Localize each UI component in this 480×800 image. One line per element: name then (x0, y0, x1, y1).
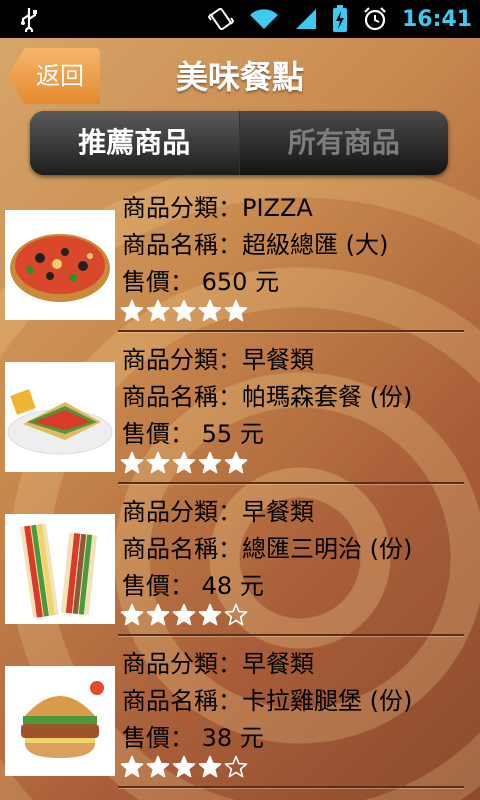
name-value: 卡拉雞腿堡 (份) (242, 687, 413, 715)
star-empty-icon (224, 755, 248, 778)
name-label: 商品名稱： (122, 687, 242, 715)
price-value: 650 (201, 268, 248, 296)
price-value: 55 (201, 420, 233, 448)
star-filled-icon (172, 755, 196, 778)
category-value: 早餐類 (242, 498, 314, 526)
tab-bar: 推薦商品 所有商品 (30, 111, 448, 175)
header: 返回 美味餐點 (0, 38, 480, 110)
category-value: 早餐類 (242, 650, 314, 678)
name-label: 商品名稱： (122, 383, 242, 411)
star-filled-icon (198, 451, 222, 474)
name-value: 總匯三明治 (份) (242, 535, 413, 563)
star-filled-icon (172, 299, 196, 322)
star-filled-icon (198, 603, 222, 626)
star-filled-icon (146, 451, 170, 474)
rating-stars (120, 299, 248, 323)
star-filled-icon (146, 299, 170, 322)
rating-stars (120, 603, 248, 627)
category-value: 早餐類 (242, 346, 314, 374)
pizza-image (5, 210, 115, 320)
category-label: 商品分類： (122, 346, 242, 374)
star-filled-icon (198, 299, 222, 322)
star-filled-icon (120, 755, 144, 778)
sandwich-plate-image (5, 362, 115, 472)
price-value: 38 (201, 724, 233, 752)
category-value: PIZZA (242, 194, 313, 222)
star-filled-icon (120, 299, 144, 322)
list-item[interactable]: 商品分類：早餐類 商品名稱：總匯三明治 (份) 售價： 48 元 (0, 484, 480, 636)
product-list: 商品分類：PIZZA 商品名稱：超級總匯 (大) 售價： 650 元 商品分類：… (0, 180, 480, 788)
wifi-icon (249, 9, 278, 29)
list-item[interactable]: 商品分類：早餐類 商品名稱：帕瑪森套餐 (份) 售價： 55 元 (0, 332, 480, 484)
price-label: 售價： (122, 724, 194, 752)
category-label: 商品分類： (122, 194, 242, 222)
price-label: 售價： (122, 572, 194, 600)
signal-icon (295, 9, 316, 29)
star-filled-icon (172, 451, 196, 474)
rating-stars (120, 755, 248, 779)
star-filled-icon (120, 451, 144, 474)
star-filled-icon (198, 755, 222, 778)
usb-icon (21, 8, 37, 32)
price-unit: 元 (239, 420, 264, 448)
star-filled-icon (172, 603, 196, 626)
star-filled-icon (224, 299, 248, 322)
page-title: 美味餐點 (175, 58, 304, 96)
star-empty-icon (224, 603, 248, 626)
battery-charging-icon (332, 5, 347, 32)
star-filled-icon (146, 603, 170, 626)
club-sandwich-image (5, 514, 115, 624)
status-time: 16:41 (401, 6, 472, 32)
price-label: 售價： (122, 268, 194, 296)
alarm-icon (364, 7, 386, 31)
rating-stars (120, 451, 248, 475)
category-label: 商品分類： (122, 498, 242, 526)
price-label: 售價： (122, 420, 194, 448)
status-bar: 16:41 (0, 0, 480, 38)
price-value: 48 (201, 572, 233, 600)
category-label: 商品分類： (122, 650, 242, 678)
name-label: 商品名稱： (122, 535, 242, 563)
tab-all-products[interactable]: 所有商品 (238, 111, 449, 175)
star-filled-icon (146, 755, 170, 778)
chicken-burger-image (5, 666, 115, 776)
name-value: 帕瑪森套餐 (份) (242, 383, 413, 411)
price-unit: 元 (239, 572, 264, 600)
divider (118, 786, 464, 788)
name-value: 超級總匯 (大) (242, 231, 389, 259)
star-filled-icon (120, 603, 144, 626)
price-unit: 元 (239, 724, 264, 752)
tab-recommended[interactable]: 推薦商品 (30, 111, 239, 175)
list-item[interactable]: 商品分類：早餐類 商品名稱：卡拉雞腿堡 (份) 售價： 38 元 (0, 636, 480, 788)
name-label: 商品名稱： (122, 231, 242, 259)
list-item[interactable]: 商品分類：PIZZA 商品名稱：超級總匯 (大) 售價： 650 元 (0, 180, 480, 332)
vibrate-icon (207, 7, 234, 31)
price-unit: 元 (255, 268, 280, 296)
star-filled-icon (224, 451, 248, 474)
